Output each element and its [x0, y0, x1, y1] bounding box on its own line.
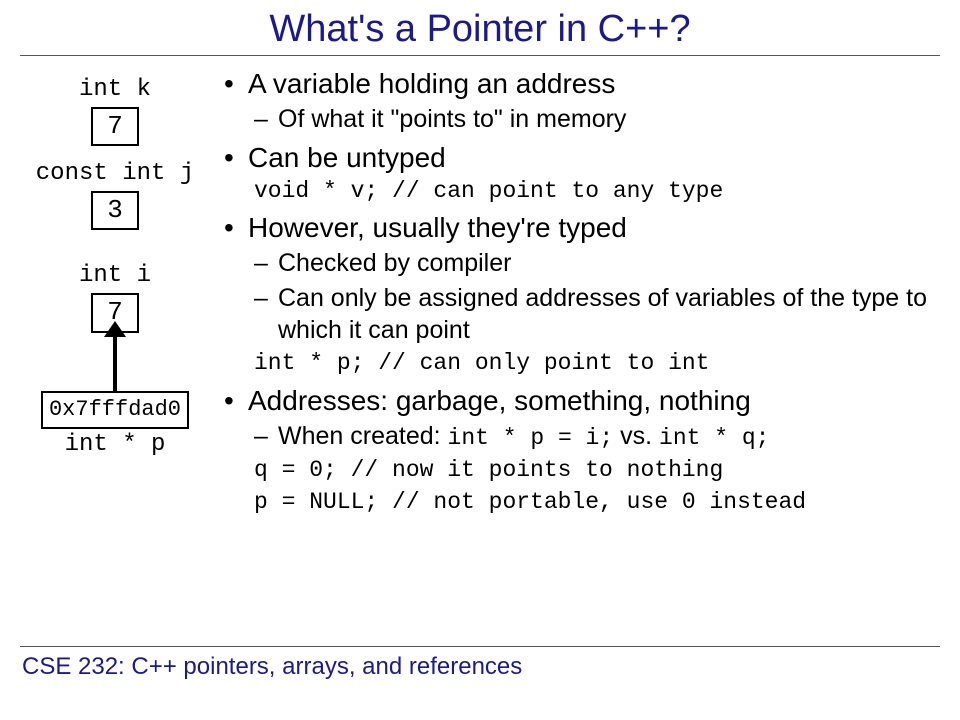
bullet-1: A variable holding an address Of what it…: [220, 66, 940, 136]
var-k: int k 7: [20, 76, 210, 146]
var-i-label: int i: [20, 262, 210, 289]
bullet-3: However, usually they're typed Checked b…: [220, 210, 940, 378]
var-p-label: int * p: [20, 431, 210, 458]
bullet-2: Can be untyped void * v; // can point to…: [220, 140, 940, 207]
bullet-2-code: void * v; // can point to any type: [248, 177, 940, 207]
bullet-4-sub-1: When created: int * p = i; vs. int * q;: [248, 420, 940, 454]
var-j: const int j 3: [20, 160, 210, 230]
bullet-4: Addresses: garbage, something, nothing W…: [220, 383, 940, 518]
bullet-3-code: int * p; // can only point to int: [248, 349, 940, 379]
bullet-4-sub-1-code-1: int * p = i;: [448, 425, 614, 451]
diagram-column: int k 7 const int j 3 int i 7 0x7fffdad0…: [20, 56, 210, 646]
var-j-box: 3: [91, 191, 139, 230]
bullet-4-sub-1-mid: vs.: [613, 422, 659, 450]
bullet-4-code-2: p = NULL; // not portable, use 0 instead: [248, 488, 940, 518]
bullet-4-text: Addresses: garbage, something, nothing: [248, 385, 751, 416]
bullet-4-code-1: q = 0; // now it points to nothing: [248, 456, 940, 486]
bullet-3-text: However, usually they're typed: [248, 212, 627, 243]
bullet-4-sub-1-pre: When created:: [278, 422, 448, 450]
var-k-label: int k: [20, 76, 210, 103]
slide-body: int k 7 const int j 3 int i 7 0x7fffdad0…: [0, 56, 960, 646]
bullet-4-sub-1-code-2: int * q;: [659, 425, 769, 451]
var-j-label: const int j: [20, 160, 210, 187]
bullet-2-text: Can be untyped: [248, 142, 446, 173]
arrow-head-icon: [104, 321, 126, 337]
bullet-3-sub-1: Checked by compiler: [248, 247, 940, 280]
var-p-box: 0x7fffdad0: [41, 391, 189, 429]
bullet-1-text: A variable holding an address: [248, 68, 615, 99]
footer-text: CSE 232: C++ pointers, arrays, and refer…: [0, 647, 960, 681]
bullet-3-sub-2: Can only be assigned addresses of variab…: [248, 282, 940, 347]
slide-title: What's a Pointer in C++?: [0, 0, 960, 55]
bullet-column: A variable holding an address Of what it…: [210, 56, 940, 646]
bullet-1-sub-1: Of what it "points to" in memory: [248, 103, 940, 136]
var-k-box: 7: [91, 107, 139, 146]
pointer-arrow: [113, 333, 117, 391]
var-p: 0x7fffdad0 int * p: [20, 391, 210, 458]
